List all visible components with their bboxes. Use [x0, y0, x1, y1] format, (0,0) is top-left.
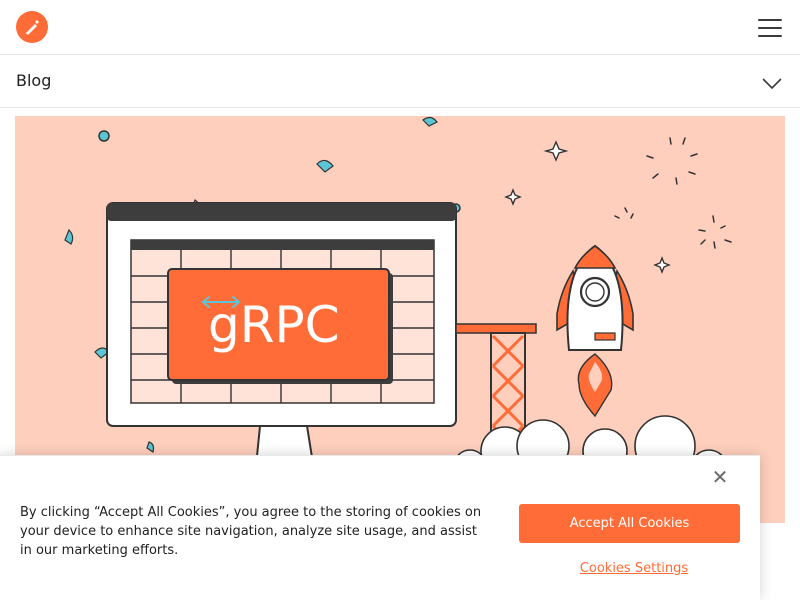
accept-all-cookies-button[interactable]: Accept All Cookies [519, 504, 740, 543]
top-navigation-bar [0, 0, 800, 55]
cookie-consent-text: By clicking “Accept All Cookies”, you ag… [20, 505, 482, 558]
cookie-consent-banner: ✕ By clicking “Accept All Cookies”, you … [0, 455, 760, 600]
cookies-settings-link[interactable]: Cookies Settings [574, 558, 694, 578]
blog-label: Blog [16, 71, 52, 90]
grpc-screen-text: gRPC [208, 296, 340, 354]
blog-section-dropdown[interactable]: Blog [0, 55, 800, 108]
hamburger-menu-icon[interactable] [756, 16, 784, 40]
close-icon[interactable]: ✕ [709, 466, 731, 488]
chevron-down-icon[interactable] [761, 72, 783, 94]
postman-logo-icon[interactable] [16, 11, 48, 43]
